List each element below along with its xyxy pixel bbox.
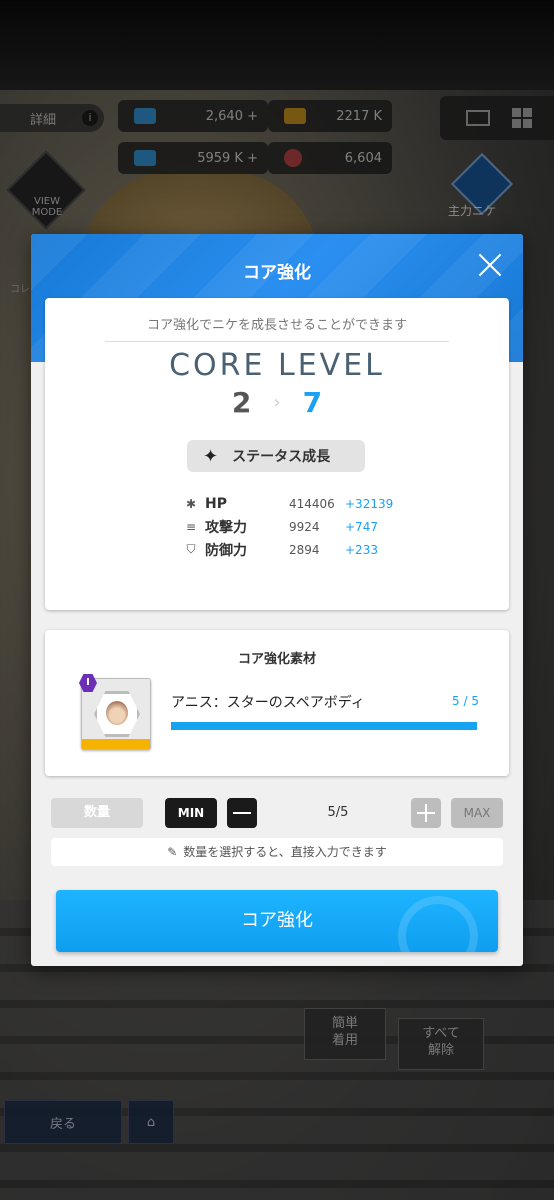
stat-value: 2894 xyxy=(289,542,320,557)
status-growth-text: ステータス成長 xyxy=(232,449,331,465)
character-portrait xyxy=(106,701,128,725)
min-button[interactable]: MIN xyxy=(165,798,217,828)
material-card: コア強化素材 I アニス：スターのスペアボディ 5 / 5 xyxy=(45,630,509,776)
plus-button[interactable] xyxy=(411,798,441,828)
stat-increase: +233 xyxy=(345,542,378,557)
material-name: アニス：スターのスペアボディ xyxy=(171,695,365,711)
confirm-core-enhance-button[interactable]: コア強化 xyxy=(56,890,498,952)
stat-name: HP xyxy=(205,495,227,512)
button-decoration xyxy=(398,896,478,952)
quantity-input[interactable]: 5/5 xyxy=(263,798,413,828)
dialog-subtitle: コア強化でニケを成長させることができます xyxy=(105,314,449,342)
attack-icon: ≡ xyxy=(185,519,197,534)
shield-icon: ⛉ xyxy=(186,542,196,556)
stat-increase: +32139 xyxy=(345,496,394,511)
status-card: コア強化でニケを成長させることができます CORE LEVEL 2 › 7 ✦ … xyxy=(45,298,509,610)
quantity-hint: ✎ 数量を選択すると、直接入力できます xyxy=(51,838,503,866)
level-to: 7 xyxy=(302,386,323,419)
stat-name: 攻撃力 xyxy=(205,519,247,536)
close-icon[interactable] xyxy=(475,250,505,280)
max-button[interactable]: MAX xyxy=(451,798,503,828)
stat-increase: +747 xyxy=(345,519,378,534)
hp-icon: ✱ xyxy=(185,496,197,511)
stat-row-hp: ✱ HP 414406 +32139 xyxy=(181,492,401,515)
quantity-label: 数量 xyxy=(51,798,143,828)
material-progress-fill xyxy=(171,722,477,730)
stat-row-defense: ⛉ 防御力 2894 +233 xyxy=(181,538,401,561)
edit-icon: ✎ xyxy=(167,845,178,859)
stats-list: ✱ HP 414406 +32139 ≡ 攻撃力 9924 +747 ⛉ 防御力… xyxy=(181,492,401,561)
quantity-selector: 数量 MIN 5/5 MAX xyxy=(51,798,503,828)
material-title: コア強化素材 xyxy=(237,652,316,667)
dialog-title: コア強化 xyxy=(243,263,311,283)
stat-row-attack: ≡ 攻撃力 9924 +747 xyxy=(181,515,401,538)
material-progress-bar xyxy=(171,722,477,730)
stat-value: 414406 xyxy=(289,496,335,511)
stat-name: 防御力 xyxy=(205,542,247,559)
level-change: 2 › 7 xyxy=(45,386,509,419)
material-count: 5 / 5 xyxy=(452,694,479,708)
hint-text: 数量を選択すると、直接入力できます xyxy=(183,845,387,859)
minus-button[interactable] xyxy=(227,798,257,828)
level-from: 2 xyxy=(231,386,252,419)
chevron-right-icon: › xyxy=(273,392,281,413)
sparkle-icon: ✦ xyxy=(203,445,219,467)
core-level-heading: CORE LEVEL xyxy=(169,348,385,383)
rarity-bar xyxy=(82,739,150,749)
stat-value: 9924 xyxy=(289,519,320,534)
core-enhance-dialog: コア強化 コア強化でニケを成長させることができます CORE LEVEL 2 ›… xyxy=(31,234,523,966)
confirm-label: コア強化 xyxy=(241,910,313,931)
status-growth-label: ✦ ステータス成長 xyxy=(187,440,365,472)
